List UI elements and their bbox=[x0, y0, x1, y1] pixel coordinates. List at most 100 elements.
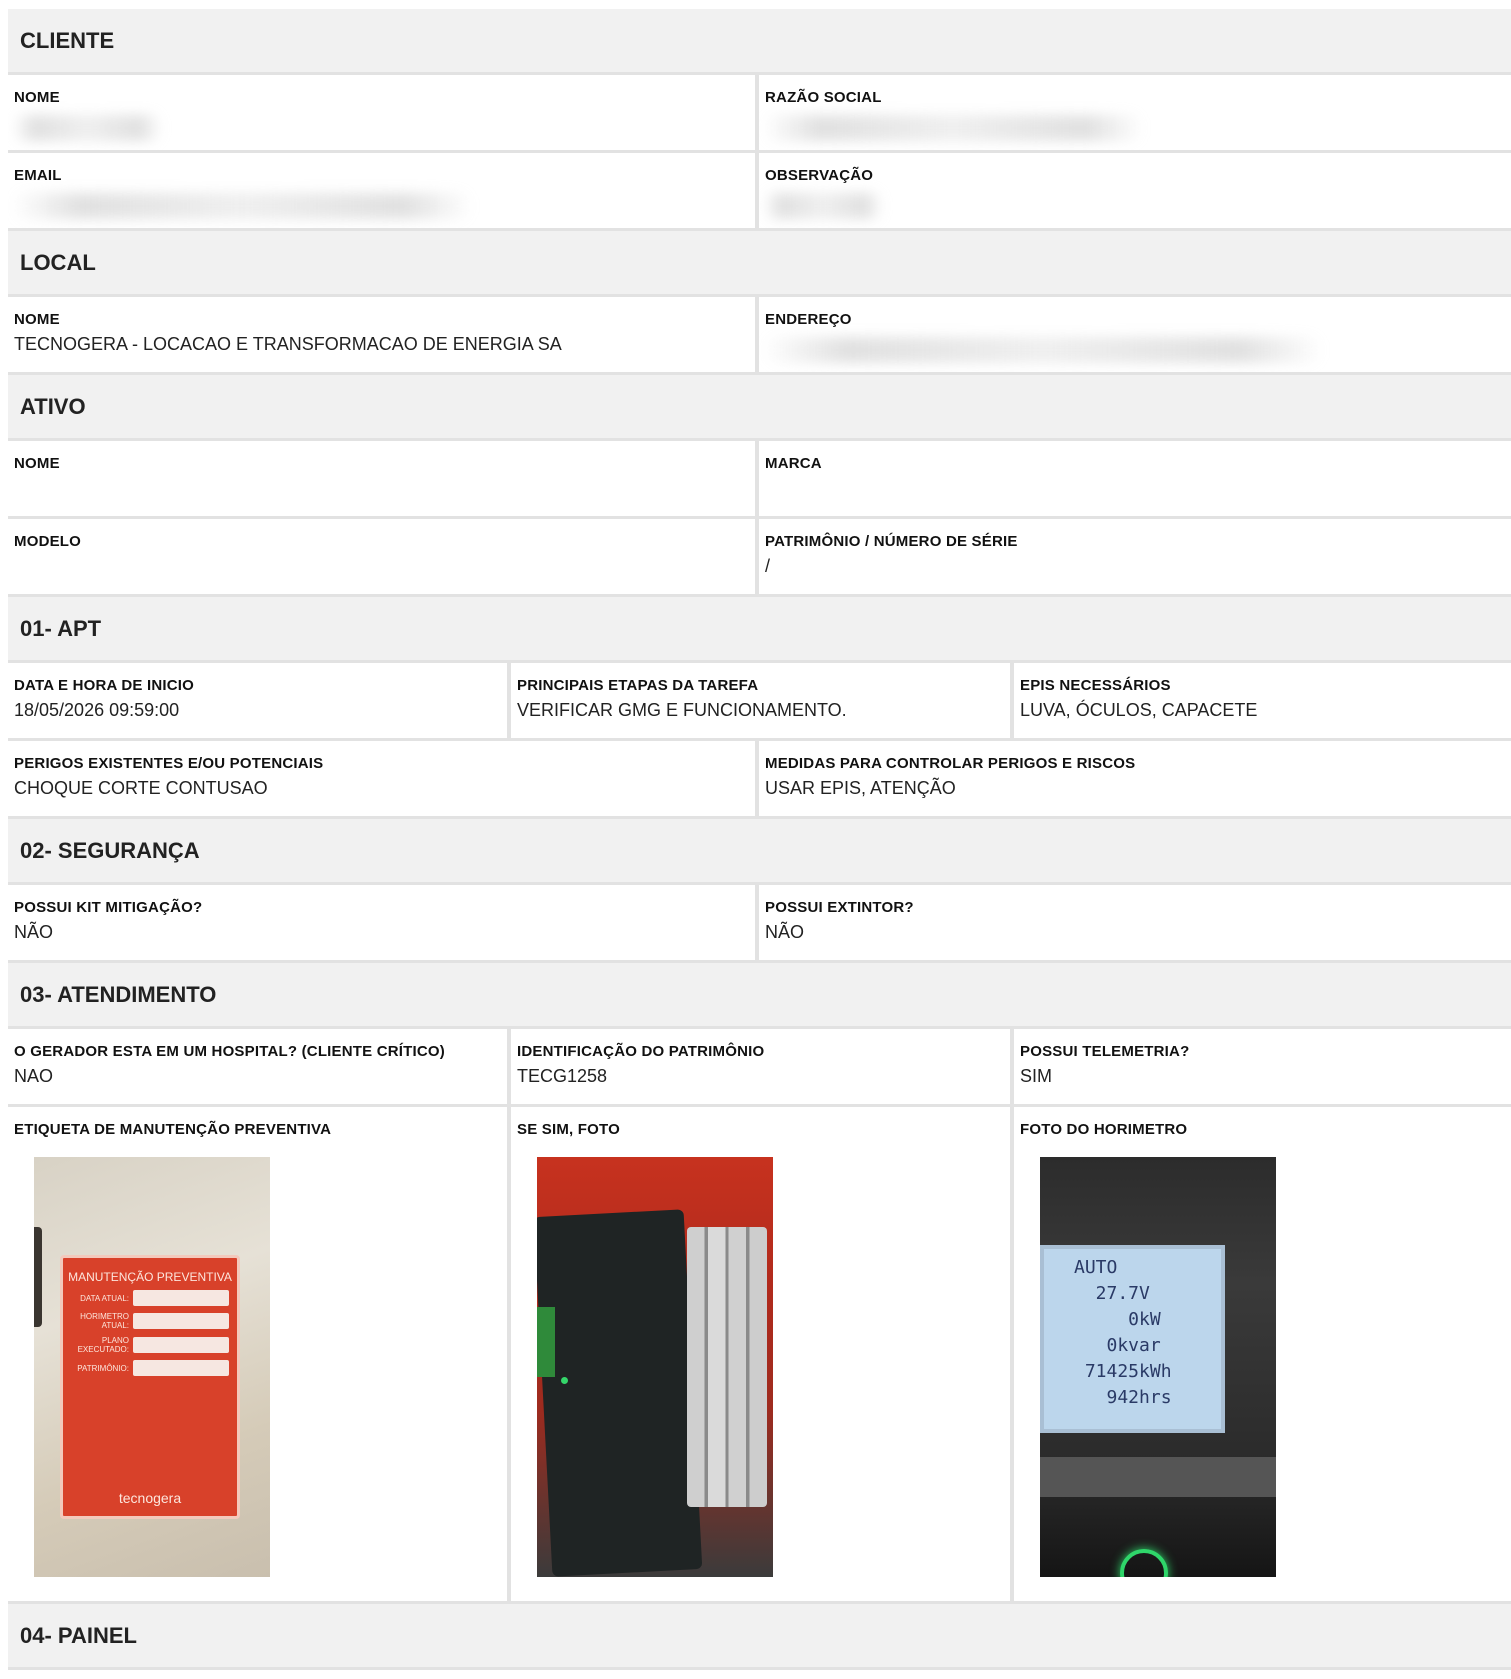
tag-title: MANUTENÇÃO PREVENTIVA bbox=[68, 1270, 232, 1284]
field-extintor: POSSUI EXTINTOR? NÃO bbox=[759, 885, 1511, 960]
field-label: EPIS NECESSÁRIOS bbox=[1020, 677, 1171, 694]
field-se-sim-foto: SE SIM, FOTO bbox=[511, 1107, 1014, 1601]
tag-line: HORIMETRO ATUAL: bbox=[71, 1312, 229, 1330]
tag-line-label: HORIMETRO ATUAL: bbox=[80, 1312, 129, 1330]
connector bbox=[537, 1307, 555, 1377]
field-label: ETIQUETA DE MANUTENÇÃO PREVENTIVA bbox=[14, 1121, 332, 1138]
tag-line-box bbox=[133, 1360, 229, 1376]
row-apt-1: DATA E HORA DE INICIO 18/05/2026 09:59:0… bbox=[8, 663, 1511, 741]
section-ativo: ATIVO bbox=[8, 375, 1511, 441]
field-local-nome: NOME TECNOGERA - LOCACAO E TRANSFORMACAO… bbox=[8, 297, 759, 372]
controller-photo[interactable] bbox=[537, 1157, 773, 1577]
section-local: LOCAL bbox=[8, 231, 1511, 297]
field-label: PATRIMÔNIO / NÚMERO DE SÉRIE bbox=[765, 533, 1018, 550]
section-apt: 01- APT bbox=[8, 597, 1511, 663]
redacted-value bbox=[12, 193, 472, 219]
field-label: MARCA bbox=[765, 455, 822, 472]
section-seguranca: 02- SEGURANÇA bbox=[8, 819, 1511, 885]
field-etapas-tarefa: PRINCIPAIS ETAPAS DA TAREFA VERIFICAR GM… bbox=[511, 663, 1014, 738]
redacted-value bbox=[763, 115, 1143, 141]
controller-device bbox=[537, 1209, 703, 1577]
display-line: AUTO bbox=[1074, 1257, 1118, 1278]
field-value: USAR EPIS, ATENÇÃO bbox=[765, 778, 956, 798]
field-label: SE SIM, FOTO bbox=[517, 1121, 620, 1138]
redacted-value bbox=[763, 337, 1323, 363]
field-razao-social: RAZÃO SOCIAL bbox=[759, 75, 1511, 150]
field-label: EMAIL bbox=[14, 167, 62, 184]
tag-brand: tecnogera bbox=[118, 1490, 182, 1506]
tag-line-box bbox=[133, 1337, 229, 1353]
field-label: ENDEREÇO bbox=[765, 311, 852, 328]
tag-line: DATA ATUAL: bbox=[71, 1290, 229, 1306]
field-etiqueta-manutencao: ETIQUETA DE MANUTENÇÃO PREVENTIVA MANUTE… bbox=[8, 1107, 511, 1601]
panel-band bbox=[1040, 1457, 1276, 1497]
field-kit-mitigacao: POSSUI KIT MITIGAÇÃO? NÃO bbox=[8, 885, 759, 960]
terminal-blocks bbox=[687, 1227, 767, 1507]
field-value: LUVA, ÓCULOS, CAPACETE bbox=[1020, 700, 1258, 720]
field-value: TECG1258 bbox=[517, 1066, 608, 1086]
field-label: NOME bbox=[14, 311, 60, 328]
hourmeter-photo[interactable]: AUTO 27.7V 0kW 0kvar 71425kWh 942hrs bbox=[1040, 1157, 1276, 1577]
field-label: MEDIDAS PARA CONTROLAR PERIGOS E RISCOS bbox=[765, 755, 1136, 772]
power-ring bbox=[1120, 1549, 1168, 1577]
tag-line-box bbox=[133, 1313, 229, 1329]
row-cliente-1: NOME RAZÃO SOCIAL bbox=[8, 75, 1511, 153]
field-label: POSSUI KIT MITIGAÇÃO? bbox=[14, 899, 203, 916]
field-foto-horimetro: FOTO DO HORIMETRO AUTO 27.7V 0kW 0kvar 7… bbox=[1014, 1107, 1511, 1601]
display-line: 71425kWh bbox=[1074, 1361, 1172, 1382]
field-value: NÃO bbox=[765, 922, 805, 942]
row-seguranca: POSSUI KIT MITIGAÇÃO? NÃO POSSUI EXTINTO… bbox=[8, 885, 1511, 963]
field-modelo: MODELO bbox=[8, 519, 759, 594]
field-label: MODELO bbox=[14, 533, 82, 550]
field-label: POSSUI EXTINTOR? bbox=[765, 899, 914, 916]
field-cliente-nome: NOME bbox=[8, 75, 759, 150]
field-value: NAO bbox=[14, 1066, 54, 1086]
field-marca: MARCA bbox=[759, 441, 1511, 516]
display-line: 942hrs bbox=[1074, 1387, 1172, 1408]
tag-line: PATRIMÔNIO: bbox=[71, 1360, 229, 1376]
display-screen: AUTO 27.7V 0kW 0kvar 71425kWh 942hrs bbox=[1040, 1245, 1225, 1433]
field-label: OBSERVAÇÃO bbox=[765, 167, 874, 184]
field-medidas: MEDIDAS PARA CONTROLAR PERIGOS E RISCOS … bbox=[759, 741, 1511, 816]
tag-line: PLANO EXECUTADO: bbox=[71, 1336, 229, 1354]
field-perigos: PERIGOS EXISTENTES E/OU POTENCIAIS CHOQU… bbox=[8, 741, 759, 816]
maintenance-label-photo[interactable]: MANUTENÇÃO PREVENTIVA DATA ATUAL: HORIME… bbox=[34, 1157, 270, 1577]
section-atendimento: 03- ATENDIMENTO bbox=[8, 963, 1511, 1029]
tag-line-label: PATRIMÔNIO: bbox=[77, 1363, 129, 1373]
row-ativo-2: MODELO PATRIMÔNIO / NÚMERO DE SÉRIE / bbox=[8, 519, 1511, 597]
field-label: IDENTIFICAÇÃO DO PATRIMÔNIO bbox=[517, 1043, 765, 1060]
field-value: VERIFICAR GMG E FUNCIONAMENTO. bbox=[517, 700, 847, 720]
field-label: FOTO DO HORIMETRO bbox=[1020, 1121, 1188, 1138]
display-line: 0kvar bbox=[1074, 1335, 1161, 1356]
section-cliente: CLIENTE bbox=[8, 9, 1511, 75]
field-label: DATA E HORA DE INICIO bbox=[14, 677, 195, 694]
field-data-hora-inicio: DATA E HORA DE INICIO 18/05/2026 09:59:0… bbox=[8, 663, 511, 738]
field-value: / bbox=[765, 556, 771, 576]
display-line: 27.7V bbox=[1074, 1283, 1150, 1304]
redacted-value bbox=[12, 115, 162, 141]
field-observacao: OBSERVAÇÃO bbox=[759, 153, 1511, 228]
row-atendimento-photos: ETIQUETA DE MANUTENÇÃO PREVENTIVA MANUTE… bbox=[8, 1107, 1511, 1604]
field-label: PRINCIPAIS ETAPAS DA TAREFA bbox=[517, 677, 759, 694]
row-cliente-2: EMAIL OBSERVAÇÃO bbox=[8, 153, 1511, 231]
status-led bbox=[561, 1377, 568, 1384]
tag-line-label: PLANO EXECUTADO: bbox=[77, 1336, 129, 1354]
field-value: CHOQUE CORTE CONTUSAO bbox=[14, 778, 268, 798]
field-label: O GERADOR ESTA EM UM HOSPITAL? (CLIENTE … bbox=[14, 1043, 445, 1060]
section-painel: 04- PAINEL bbox=[8, 1604, 1511, 1670]
row-atendimento-1: O GERADOR ESTA EM UM HOSPITAL? (CLIENTE … bbox=[8, 1029, 1511, 1107]
field-value: SIM bbox=[1020, 1066, 1053, 1086]
field-label: PERIGOS EXISTENTES E/OU POTENCIAIS bbox=[14, 755, 324, 772]
field-label: POSSUI TELEMETRIA? bbox=[1020, 1043, 1190, 1060]
row-apt-2: PERIGOS EXISTENTES E/OU POTENCIAIS CHOQU… bbox=[8, 741, 1511, 819]
row-local: NOME TECNOGERA - LOCACAO E TRANSFORMACAO… bbox=[8, 297, 1511, 375]
tag-line-label: DATA ATUAL: bbox=[80, 1293, 129, 1303]
field-epis: EPIS NECESSÁRIOS LUVA, ÓCULOS, CAPACETE bbox=[1014, 663, 1511, 738]
row-ativo-1: NOME MARCA bbox=[8, 441, 1511, 519]
report-page: CLIENTE NOME RAZÃO SOCIAL EMAIL OBSERVAÇ… bbox=[8, 9, 1511, 1670]
maintenance-tag: MANUTENÇÃO PREVENTIVA DATA ATUAL: HORIME… bbox=[60, 1255, 240, 1519]
field-identificacao-patrimonio: IDENTIFICAÇÃO DO PATRIMÔNIO TECG1258 bbox=[511, 1029, 1014, 1104]
field-hospital: O GERADOR ESTA EM UM HOSPITAL? (CLIENTE … bbox=[8, 1029, 511, 1104]
tag-line-box bbox=[133, 1290, 229, 1306]
field-email: EMAIL bbox=[8, 153, 759, 228]
